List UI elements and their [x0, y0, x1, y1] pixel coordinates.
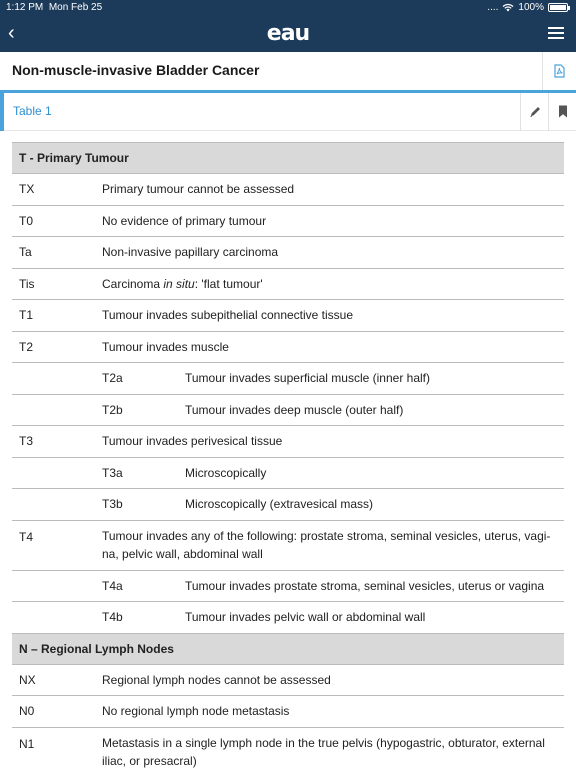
row-description: Tumour invades superficial muscle (inner…: [178, 362, 564, 395]
row-description: Tumour invades deep muscle (outer half): [178, 394, 564, 426]
table-row: N1 Metastasis in a single lymph node in t…: [12, 727, 564, 768]
table-row: T2 Tumour invades muscle: [12, 331, 564, 363]
tab-accent: [0, 93, 4, 131]
bookmark-icon: [559, 105, 567, 118]
row-subcode: T2b: [95, 394, 178, 426]
table-subrow: T4b Tumour invades pelvic wall or abdomin…: [12, 601, 564, 634]
status-indicators: .... 100%: [487, 2, 570, 13]
row-description: Microscopically: [178, 457, 564, 489]
battery-icon: [548, 3, 570, 12]
row-code: T4: [12, 520, 95, 571]
bookmark-button[interactable]: [548, 93, 576, 131]
section-header: N – Regional Lymph Nodes: [12, 632, 564, 665]
edit-note-button[interactable]: [520, 93, 548, 131]
row-description: Non-invasive papillary carcinoma: [95, 236, 564, 269]
row-subcode: T3b: [95, 488, 178, 521]
row-description: Tumour invades pelvic wall or abdominal …: [178, 601, 564, 634]
row-code: N0: [12, 695, 95, 728]
row-description: Carcinoma in situ: 'flat tumour': [95, 268, 564, 300]
row-subcode: T2a: [95, 362, 178, 395]
section-title: N – Regional Lymph Nodes: [12, 632, 564, 665]
page-title: Non-muscle-invasive Bladder Cancer: [12, 62, 260, 78]
battery-percent: 100%: [518, 2, 544, 13]
tab-table-1[interactable]: Table 1: [13, 104, 52, 118]
row-subcode: T4b: [95, 601, 178, 634]
section-header: T - Primary Tumour: [12, 142, 564, 174]
table-row: Ta Non-invasive papillary carcinoma: [12, 236, 564, 269]
row-code: TX: [12, 173, 95, 206]
row-description: Tumour invades subepithelial connective …: [95, 299, 564, 332]
status-time: 1:12 PM Mon Feb 25: [6, 2, 103, 13]
row-subcode: T4a: [95, 570, 178, 602]
row-description: Microscopically (extravesical mass): [178, 488, 564, 521]
tnm-table: T - Primary Tumour TX Primary tumour cann…: [12, 142, 564, 768]
row-description: Regional lymph nodes cannot be assessed: [95, 664, 564, 696]
row-code: T1: [12, 299, 95, 332]
table-subrow: T2b Tumour invades deep muscle (outer hal…: [12, 394, 564, 426]
table-row: Tis Carcinoma in situ: 'flat tumour': [12, 268, 564, 300]
status-bar: 1:12 PM Mon Feb 25 .... 100%: [0, 0, 576, 16]
table-row: N0 No regional lymph node metastasis: [12, 695, 564, 728]
row-description: Tumour invades any of the following: pro…: [95, 520, 564, 571]
section-title: T - Primary Tumour: [12, 142, 564, 174]
table-row: T4 Tumour invades any of the following: p…: [12, 520, 564, 571]
row-code: T0: [12, 205, 95, 237]
wifi-icon: [502, 3, 514, 12]
menu-icon[interactable]: [548, 27, 564, 39]
row-description: Tumour invades prostate stroma, seminal …: [178, 570, 564, 602]
table-tab-bar: Table 1: [0, 93, 576, 131]
row-code: T2: [12, 331, 95, 363]
table-subrow: T2a Tumour invades superficial muscle (in…: [12, 362, 564, 395]
tnm-table-container: T - Primary Tumour TX Primary tumour cann…: [12, 142, 564, 768]
row-description: Metastasis in a single lymph node in the…: [95, 727, 564, 768]
table-row: NX Regional lymph nodes cannot be assesse…: [12, 664, 564, 696]
pdf-button[interactable]: [542, 52, 576, 90]
guideline-header: Non-muscle-invasive Bladder Cancer: [0, 52, 576, 90]
table-subrow: T3b Microscopically (extravesical mass): [12, 488, 564, 521]
row-description: No evidence of primary tumour: [95, 205, 564, 237]
table-row: T1 Tumour invades subepithelial connectiv…: [12, 299, 564, 332]
row-code: Tis: [12, 268, 95, 300]
table-subrow: T3a Microscopically: [12, 457, 564, 489]
table-row: T0 No evidence of primary tumour: [12, 205, 564, 237]
table-row: TX Primary tumour cannot be assessed: [12, 173, 564, 206]
signal-indicator: ....: [487, 2, 499, 13]
table-subrow: T4a Tumour invades prostate stroma, semin…: [12, 570, 564, 602]
eau-logo: eau: [266, 21, 310, 46]
row-description: Tumour invades perivesical tissue: [95, 425, 564, 458]
row-code: NX: [12, 664, 95, 696]
row-code: Ta: [12, 236, 95, 269]
row-subcode: T3a: [95, 457, 178, 489]
table-row: T3 Tumour invades perivesical tissue: [12, 425, 564, 458]
pencil-icon: [530, 107, 540, 117]
row-description: Primary tumour cannot be assessed: [95, 173, 564, 206]
row-code: T3: [12, 425, 95, 458]
nav-bar: ‹ eau: [0, 16, 576, 52]
row-code: N1: [12, 727, 95, 768]
row-description: Tumour invades muscle: [95, 331, 564, 363]
row-description: No regional lymph node metastasis: [95, 695, 564, 728]
pdf-icon: [554, 64, 565, 78]
